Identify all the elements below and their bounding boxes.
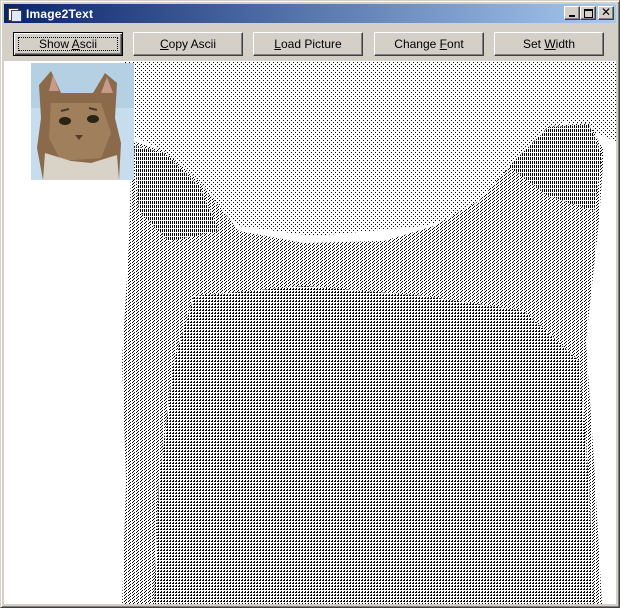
ascii-dense-zone [154, 286, 594, 604]
cat-photo-icon [31, 63, 134, 180]
focus-rectangle [18, 37, 118, 51]
maximize-button[interactable] [580, 6, 596, 20]
window-title: Image2Text [26, 6, 94, 21]
output-area[interactable] [4, 61, 616, 604]
app-window-icon[interactable] [7, 7, 22, 22]
ascii-left-eye-mark [199, 336, 289, 386]
copy-ascii-label: Copy Ascii [159, 37, 217, 51]
minimize-button[interactable] [564, 6, 580, 20]
close-button[interactable]: ✕ [598, 5, 614, 20]
caption-buttons: ✕ [564, 5, 614, 20]
change-font-button[interactable]: Change Font [374, 32, 484, 56]
ascii-nose-mark [361, 304, 437, 328]
cat-photo-thumbnail [31, 63, 134, 180]
set-width-label: Set Width [522, 37, 576, 51]
close-icon: ✕ [600, 5, 612, 19]
load-picture-button[interactable]: Load Picture [253, 32, 363, 56]
change-font-label: Change Font [394, 37, 464, 51]
maximize-icon [584, 9, 593, 18]
minimize-icon [569, 15, 575, 17]
copy-ascii-button[interactable]: Copy Ascii [133, 32, 243, 56]
load-picture-label: Load Picture [274, 37, 342, 51]
set-width-button[interactable]: Set Width [494, 32, 604, 56]
title-bar[interactable]: Image2Text ✕ [4, 4, 616, 23]
ascii-right-eye-mark [429, 331, 519, 381]
app-window: Image2Text ✕ Show Ascii Copy Ascii Load … [0, 0, 620, 608]
show-ascii-button[interactable]: Show Ascii [13, 32, 123, 56]
